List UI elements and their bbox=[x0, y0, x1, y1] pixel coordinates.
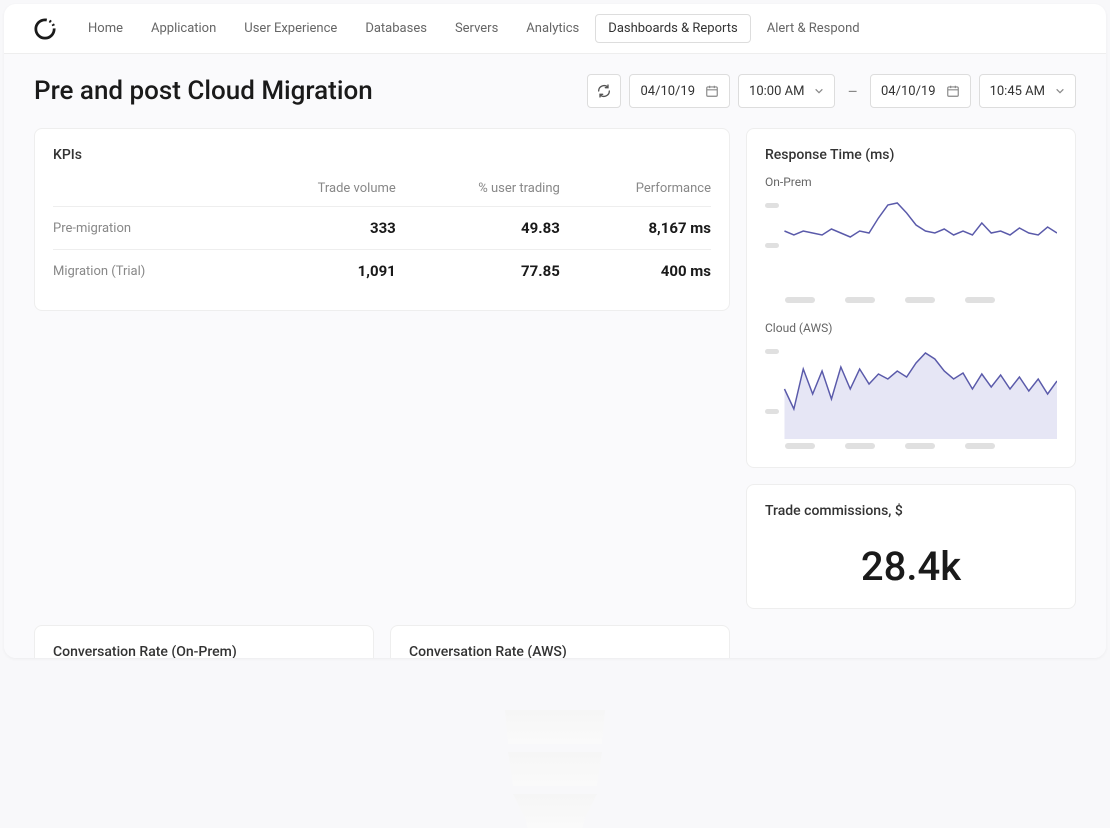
nav-item[interactable]: Application bbox=[139, 15, 228, 42]
commissions-title: Trade commissions, $ bbox=[765, 503, 1057, 519]
response-title: Response Time (ms) bbox=[765, 147, 1057, 163]
time-from-select[interactable]: 10:00 AM bbox=[738, 74, 835, 108]
funnel-aws-title: Conversation Rate (AWS) bbox=[409, 644, 711, 658]
funnel-aws-card: Conversation Rate (AWS) LoginAbandoners2… bbox=[390, 625, 730, 658]
kpi-row: Migration (Trial)1,09177.85400 ms bbox=[53, 250, 711, 293]
chevron-down-icon bbox=[1055, 86, 1065, 96]
date-to-value: 04/10/19 bbox=[881, 84, 936, 99]
kpi-col: Performance bbox=[560, 175, 711, 207]
calendar-icon bbox=[705, 84, 719, 98]
page-title: Pre and post Cloud Migration bbox=[34, 76, 373, 106]
kpi-table: Trade volume% user tradingPerformance Pr… bbox=[53, 175, 711, 292]
time-to-select[interactable]: 10:45 AM bbox=[979, 74, 1076, 108]
time-to-value: 10:45 AM bbox=[990, 84, 1045, 99]
nav-item[interactable]: Analytics bbox=[514, 15, 591, 42]
xticks-cloud bbox=[765, 443, 1057, 449]
nav-item[interactable]: Home bbox=[76, 15, 135, 42]
kpi-cell: 333 bbox=[239, 207, 396, 250]
nav-item[interactable]: Alert & Respond bbox=[755, 15, 872, 42]
kpi-col: Trade volume bbox=[239, 175, 396, 207]
kpi-cell: 77.85 bbox=[396, 250, 560, 293]
response-sub-onprem: On-Prem bbox=[765, 175, 1057, 189]
nav-item[interactable]: Databases bbox=[353, 15, 439, 42]
kpi-col bbox=[53, 175, 239, 207]
header-row: Pre and post Cloud Migration 04/10/19 10… bbox=[34, 74, 1076, 108]
kpi-cell: 1,091 bbox=[239, 250, 396, 293]
kpis-card: KPIs Trade volume% user tradingPerforman… bbox=[34, 128, 730, 311]
calendar-icon bbox=[946, 84, 960, 98]
time-from-value: 10:00 AM bbox=[749, 84, 804, 99]
response-sub-cloud: Cloud (AWS) bbox=[765, 321, 1057, 335]
kpi-row-label: Pre-migration bbox=[53, 207, 239, 250]
xticks-onprem bbox=[765, 297, 1057, 303]
date-controls: 04/10/19 10:00 AM – 04/10/19 10:45 AM bbox=[587, 74, 1076, 108]
chevron-down-icon bbox=[814, 86, 824, 96]
kpi-cell: 49.83 bbox=[396, 207, 560, 250]
sparkline-cloud bbox=[765, 339, 1057, 439]
commissions-value: 28.4k bbox=[765, 543, 1057, 590]
kpis-title: KPIs bbox=[53, 147, 711, 163]
date-from-input[interactable]: 04/10/19 bbox=[629, 74, 730, 108]
topbar: HomeApplicationUser ExperienceDatabasesS… bbox=[4, 4, 1106, 54]
main-nav: HomeApplicationUser ExperienceDatabasesS… bbox=[76, 14, 872, 43]
nav-item[interactable]: Dashboards & Reports bbox=[595, 14, 750, 43]
commissions-card: Trade commissions, $ 28.4k bbox=[746, 484, 1076, 609]
kpi-col: % user trading bbox=[396, 175, 560, 207]
kpi-row-label: Migration (Trial) bbox=[53, 250, 239, 293]
date-from-value: 04/10/19 bbox=[640, 84, 695, 99]
refresh-button[interactable] bbox=[587, 74, 621, 108]
refresh-icon bbox=[596, 83, 612, 99]
nav-item[interactable]: User Experience bbox=[232, 15, 349, 42]
kpi-cell: 8,167 ms bbox=[560, 207, 711, 250]
nav-item[interactable]: Servers bbox=[443, 15, 510, 42]
response-time-card: Response Time (ms) On-Prem Cloud (AWS) bbox=[746, 128, 1076, 468]
logo-icon bbox=[34, 18, 56, 40]
funnel-onprem-title: Conversation Rate (On-Prem) bbox=[53, 644, 355, 658]
funnel-onprem-card: Conversation Rate (On-Prem) LoginAbandon… bbox=[34, 625, 374, 658]
kpi-row: Pre-migration33349.838,167 ms bbox=[53, 207, 711, 250]
kpi-cell: 400 ms bbox=[560, 250, 711, 293]
date-to-input[interactable]: 04/10/19 bbox=[870, 74, 971, 108]
sparkline-onprem bbox=[765, 193, 1057, 293]
date-range-separator: – bbox=[843, 82, 862, 101]
